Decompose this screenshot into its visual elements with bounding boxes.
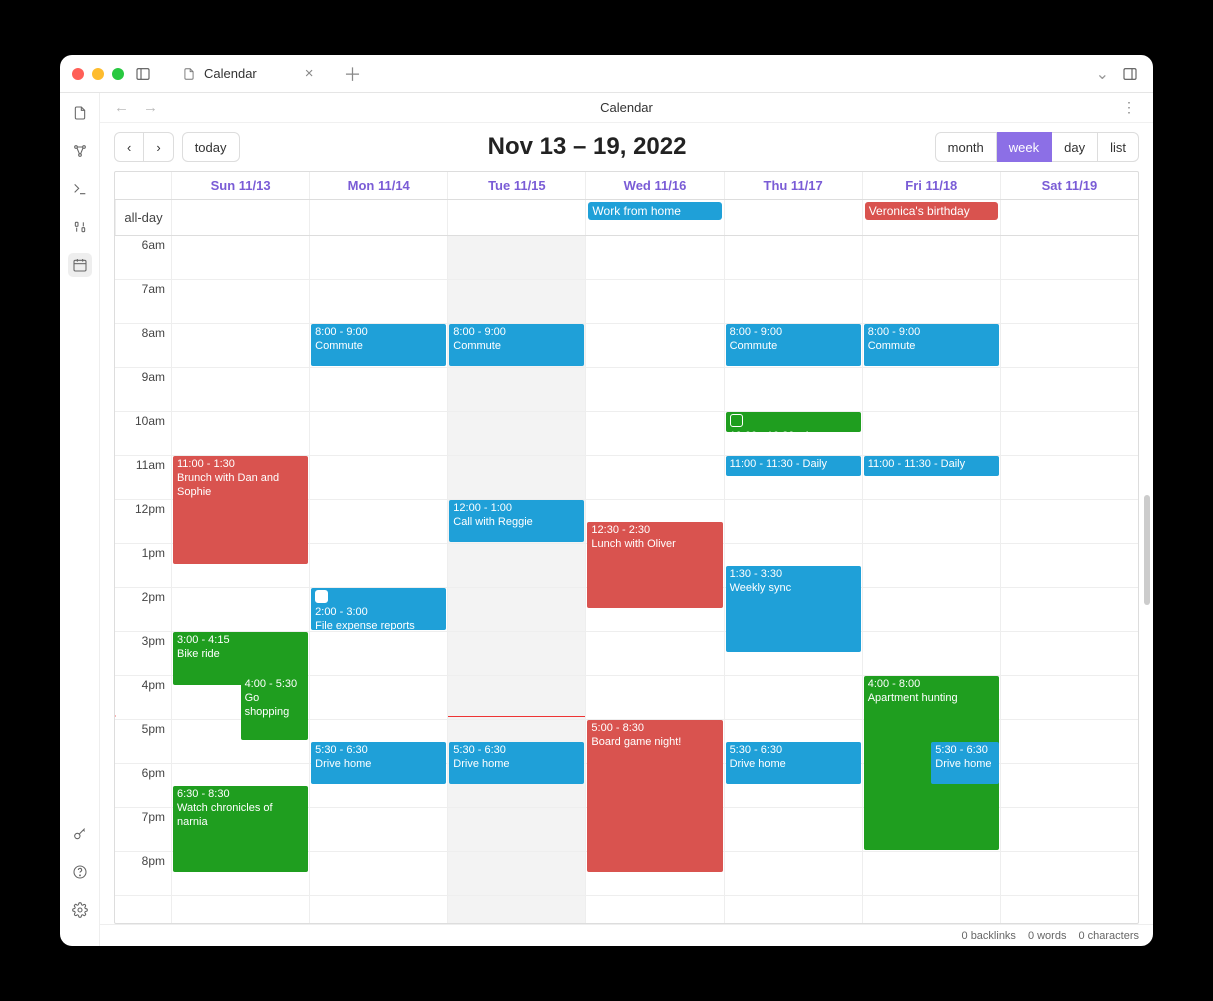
day-column[interactable]: 8:00 - 9:00Commute 10:00 - 10:30 - Answ 11…	[724, 236, 862, 923]
help-icon[interactable]	[68, 860, 92, 884]
hour-label: 7am	[115, 280, 171, 324]
day-header: Thu 11/17	[724, 172, 862, 199]
day-header: Sat 11/19	[1000, 172, 1138, 199]
calendar-event[interactable]: 11:00 - 11:30 - Daily	[864, 456, 999, 476]
day-header: Tue 11/15	[447, 172, 585, 199]
view-day-button[interactable]: day	[1052, 132, 1098, 162]
status-backlinks: 0 backlinks	[962, 930, 1016, 942]
hour-label: 3pm	[115, 632, 171, 676]
window-controls	[72, 68, 124, 80]
settings-icon[interactable]	[68, 898, 92, 922]
page-title: Calendar	[600, 100, 653, 115]
close-tab-icon[interactable]: ×	[305, 65, 314, 82]
more-icon[interactable]: ⋮	[1122, 99, 1137, 116]
breadcrumb-bar: ← → Calendar ⋮	[100, 93, 1153, 123]
calendar-event[interactable]: 5:00 - 8:30Board game night!	[587, 720, 722, 872]
calendar-event[interactable]: 4:00 - 5:30Go shopping	[241, 676, 309, 740]
tab-calendar[interactable]: Calendar ×	[174, 61, 324, 86]
allday-row: all-day Work from home Veronica's birthda…	[115, 200, 1138, 236]
hour-label: 4pm	[115, 676, 171, 720]
hour-label: 5pm	[115, 720, 171, 764]
nav-back-icon[interactable]: ←	[114, 99, 129, 116]
day-column[interactable]: 12:30 - 2:30Lunch with Oliver 5:00 - 8:30…	[585, 236, 723, 923]
hour-label: 2pm	[115, 588, 171, 632]
status-bar: 0 backlinks 0 words 0 characters	[100, 924, 1153, 946]
hour-label: 1pm	[115, 544, 171, 588]
hour-label: 8am	[115, 324, 171, 368]
app-window: Calendar × ＋ ⌄ ←	[60, 55, 1153, 946]
calendar-event[interactable]: 8:00 - 9:00Commute	[449, 324, 584, 366]
calendar-event[interactable]: 5:30 - 6:30Drive home	[311, 742, 446, 784]
day-header-row: . Sun 11/13 Mon 11/14 Tue 11/15 Wed 11/1…	[115, 172, 1138, 200]
next-week-button[interactable]: ›	[144, 132, 173, 162]
calendar-event[interactable]: 8:00 - 9:00Commute	[311, 324, 446, 366]
calendar-icon[interactable]	[68, 253, 92, 277]
today-button[interactable]: today	[182, 132, 240, 162]
status-chars: 0 characters	[1078, 930, 1139, 942]
calendar-event[interactable]: 12:30 - 2:30Lunch with Oliver	[587, 522, 722, 608]
hour-label: 6pm	[115, 764, 171, 808]
graph-icon[interactable]	[68, 139, 92, 163]
day-header: Mon 11/14	[309, 172, 447, 199]
day-header: Wed 11/16	[585, 172, 723, 199]
zoom-window-button[interactable]	[112, 68, 124, 80]
date-range-title: Nov 13 – 19, 2022	[240, 133, 935, 161]
calendar-toolbar: ‹ › today Nov 13 – 19, 2022 month week d…	[100, 123, 1153, 171]
day-header: Fri 11/18	[862, 172, 1000, 199]
hour-label: 9am	[115, 368, 171, 412]
close-window-button[interactable]	[72, 68, 84, 80]
day-header: Sun 11/13	[171, 172, 309, 199]
left-rail	[60, 93, 100, 946]
calendar-event[interactable]: 5:30 - 6:30Drive home	[449, 742, 584, 784]
allday-event[interactable]: Veronica's birthday	[865, 202, 998, 220]
allday-label: all-day	[115, 200, 171, 235]
nav-forward-icon[interactable]: →	[143, 99, 158, 116]
chevron-down-icon[interactable]: ⌄	[1096, 64, 1109, 84]
titlebar: Calendar × ＋ ⌄	[60, 55, 1153, 93]
day-column[interactable]: 8:00 - 9:00Commute 12:00 - 1:00Call with …	[447, 236, 585, 923]
terminal-icon[interactable]	[68, 177, 92, 201]
key-icon[interactable]	[68, 822, 92, 846]
day-column[interactable]: 11:00 - 1:30Brunch with Dan and Sophie3:…	[171, 236, 309, 923]
view-week-button[interactable]: week	[997, 132, 1052, 162]
calendar-event[interactable]: 8:00 - 9:00Commute	[864, 324, 999, 366]
day-column[interactable]: 8:00 - 9:00Commute11:00 - 11:30 - Daily4…	[862, 236, 1000, 923]
status-words: 0 words	[1028, 930, 1067, 942]
prev-week-button[interactable]: ‹	[114, 132, 144, 162]
sidebar-toggle-icon[interactable]	[132, 63, 154, 85]
binary-icon[interactable]	[68, 215, 92, 239]
calendar-event[interactable]: 1:30 - 3:30Weekly sync	[726, 566, 861, 652]
calendar-event[interactable]: 5:30 - 6:30Drive home	[931, 742, 999, 784]
tab-title: Calendar	[204, 66, 257, 81]
new-tab-button[interactable]: ＋	[344, 61, 362, 87]
hour-label: 12pm	[115, 500, 171, 544]
calendar-event[interactable]: 6:30 - 8:30Watch chronicles of narnia	[173, 786, 308, 872]
now-line	[448, 716, 585, 717]
day-column[interactable]	[1000, 236, 1138, 923]
calendar-event[interactable]: 2:00 - 3:00File expense reports	[311, 588, 446, 630]
calendar-event[interactable]: 5:30 - 6:30Drive home	[726, 742, 861, 784]
calendar-event[interactable]: 8:00 - 9:00Commute	[726, 324, 861, 366]
hour-label: 8pm	[115, 852, 171, 896]
hour-label: 7pm	[115, 808, 171, 852]
view-list-button[interactable]: list	[1098, 132, 1139, 162]
scrollbar-thumb[interactable]	[1144, 495, 1150, 605]
allday-event[interactable]: Work from home	[588, 202, 721, 220]
hour-label: 6am	[115, 236, 171, 280]
new-file-icon[interactable]	[68, 101, 92, 125]
minimize-window-button[interactable]	[92, 68, 104, 80]
calendar-event[interactable]: 11:00 - 1:30Brunch with Dan and Sophie	[173, 456, 308, 564]
panel-toggle-icon[interactable]	[1119, 63, 1141, 85]
view-month-button[interactable]: month	[935, 132, 997, 162]
calendar-event[interactable]: 12:00 - 1:00Call with Reggie	[449, 500, 584, 542]
calendar-event[interactable]: 11:00 - 11:30 - Daily	[726, 456, 861, 476]
hour-label: 10am	[115, 412, 171, 456]
day-column[interactable]: 8:00 - 9:00Commute 2:00 - 3:00File expens…	[309, 236, 447, 923]
hour-label: 11am	[115, 456, 171, 500]
calendar-event[interactable]: 10:00 - 10:30 - Answ	[726, 412, 861, 432]
